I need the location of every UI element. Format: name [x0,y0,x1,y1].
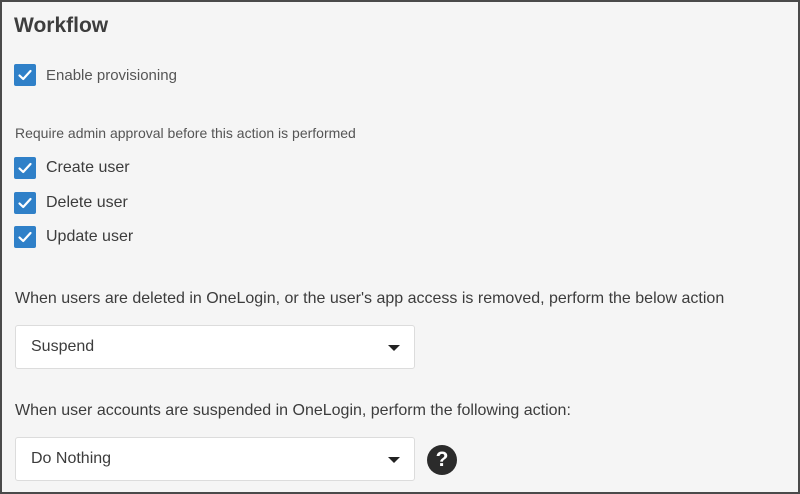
on-delete-action-select[interactable]: Suspend [15,325,415,369]
on-suspend-description: When user accounts are suspended in OneL… [15,402,571,419]
caret-down-icon [388,457,400,463]
on-delete-selected-value: Suspend [31,338,95,355]
update-user-label: Update user [46,228,134,245]
enable-provisioning-checkbox[interactable]: Enable provisioning [14,64,177,86]
delete-user-label: Delete user [46,194,128,211]
caret-down-icon [388,345,400,351]
on-suspend-action-select[interactable]: Do Nothing [15,437,415,481]
checkbox-checked-icon[interactable] [14,192,36,214]
on-delete-description: When users are deleted in OneLogin, or t… [15,290,725,307]
create-user-checkbox[interactable]: Create user [14,157,130,179]
create-user-label: Create user [46,159,130,176]
help-question-icon[interactable]: ? [427,445,457,475]
checkbox-checked-icon[interactable] [14,226,36,248]
on-suspend-selected-value: Do Nothing [31,450,112,467]
enable-provisioning-label: Enable provisioning [46,66,177,84]
workflow-panel: Workflow Enable provisioning Require adm… [0,0,800,494]
delete-user-checkbox[interactable]: Delete user [14,192,128,214]
checkbox-checked-icon[interactable] [14,157,36,179]
approval-heading: Require admin approval before this actio… [15,125,356,141]
section-title: Workflow [14,14,109,37]
update-user-checkbox[interactable]: Update user [14,226,133,248]
checkbox-checked-icon[interactable] [14,64,36,86]
